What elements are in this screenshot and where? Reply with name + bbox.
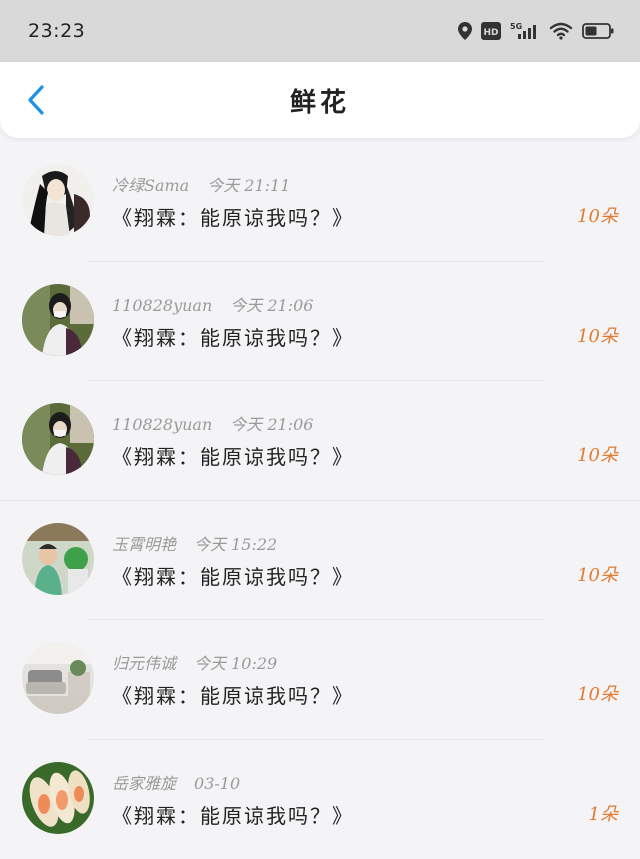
hd-icon: HD	[481, 22, 501, 40]
avatar[interactable]	[22, 284, 94, 356]
timestamp: 今天 15:22	[194, 535, 277, 554]
list-item[interactable]: 110828yuan 今天 21:06 《翔霖：能原谅我吗？》 10朵	[0, 381, 640, 501]
timestamp: 今天 21:11	[207, 176, 290, 195]
flower-count: 1朵	[589, 800, 618, 826]
avatar[interactable]	[22, 762, 94, 834]
signal-5g-icon: 5G	[510, 21, 540, 41]
timestamp: 今天 10:29	[194, 654, 277, 673]
item-meta: 冷绿Sama 今天 21:11	[112, 172, 290, 196]
status-time: 23:23	[28, 20, 85, 42]
message-text: 《翔霖：能原谅我吗？》	[112, 202, 354, 231]
timestamp: 今天 21:06	[230, 296, 313, 315]
location-icon	[458, 22, 472, 40]
list-item[interactable]: 冷绿Sama 今天 21:11 《翔霖：能原谅我吗？》 10朵	[0, 142, 640, 262]
avatar[interactable]	[22, 164, 94, 236]
item-meta: 归元伟诚今天 10:29	[112, 650, 277, 674]
list-item[interactable]: 归元伟诚今天 10:29 《翔霖：能原谅我吗？》 10朵	[0, 620, 640, 740]
item-meta: 110828yuan 今天 21:06	[112, 411, 313, 435]
page-title: 鲜花	[290, 82, 350, 119]
flower-count: 10朵	[577, 441, 618, 467]
avatar[interactable]	[22, 642, 94, 714]
status-bar: 23:23 HD 5G	[0, 0, 640, 62]
flower-count: 10朵	[577, 680, 618, 706]
svg-text:HD: HD	[483, 28, 498, 38]
status-icons: HD 5G	[458, 21, 614, 41]
list-item[interactable]: 玉霄明艳今天 15:22 《翔霖：能原谅我吗？》 10朵	[0, 501, 640, 621]
timestamp: 03-10	[194, 774, 240, 793]
wifi-icon	[549, 22, 573, 40]
flower-list: 冷绿Sama 今天 21:11 《翔霖：能原谅我吗？》 10朵 110828yua…	[0, 142, 640, 859]
chevron-left-icon	[26, 84, 46, 116]
page-header: 鲜花	[0, 62, 640, 138]
timestamp: 今天 21:06	[230, 415, 313, 434]
avatar[interactable]	[22, 403, 94, 475]
username[interactable]: 110828yuan	[112, 296, 212, 315]
item-meta: 110828yuan 今天 21:06	[112, 292, 313, 316]
flower-count: 10朵	[577, 202, 618, 228]
avatar[interactable]	[22, 523, 94, 595]
list-item[interactable]: 110828yuan 今天 21:06 《翔霖：能原谅我吗？》 10朵	[0, 262, 640, 382]
flower-count: 10朵	[577, 322, 618, 348]
message-text: 《翔霖：能原谅我吗？》	[112, 561, 354, 590]
message-text: 《翔霖：能原谅我吗？》	[112, 441, 354, 470]
item-meta: 岳家雅旋 03-10	[112, 770, 240, 794]
flower-count: 10朵	[577, 561, 618, 587]
svg-text:5G: 5G	[510, 22, 522, 31]
list-item[interactable]: 岳家雅旋 03-10 《翔霖：能原谅我吗？》 1朵	[0, 740, 640, 859]
item-meta: 玉霄明艳今天 15:22	[112, 531, 277, 555]
battery-icon	[582, 22, 614, 40]
username[interactable]: 110828yuan	[112, 415, 212, 434]
username[interactable]: 冷绿Sama	[112, 176, 189, 195]
message-text: 《翔霖：能原谅我吗？》	[112, 322, 354, 351]
username[interactable]: 岳家雅旋	[112, 774, 176, 793]
username[interactable]: 玉霄明艳	[112, 535, 176, 554]
message-text: 《翔霖：能原谅我吗？》	[112, 800, 354, 829]
back-button[interactable]	[18, 82, 54, 118]
username[interactable]: 归元伟诚	[112, 654, 176, 673]
message-text: 《翔霖：能原谅我吗？》	[112, 680, 354, 709]
